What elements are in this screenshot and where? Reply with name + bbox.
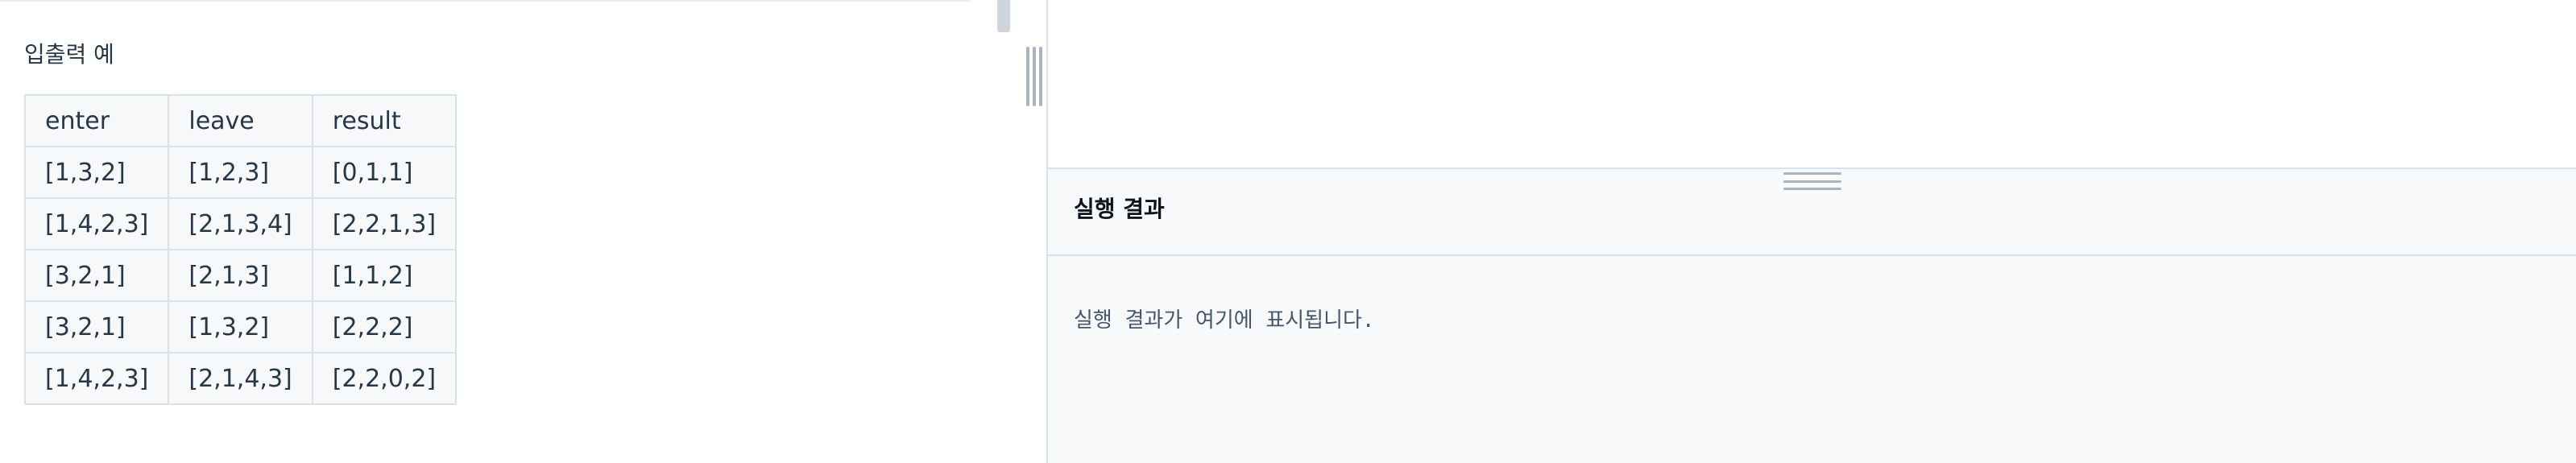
horizontal-resize-handle[interactable] xyxy=(1783,172,1841,190)
cell-result: [1,1,2] xyxy=(311,249,458,302)
coding-test-workspace: 입출력 예 enter leave result [1,3,2] [1,2,3]… xyxy=(0,0,2576,463)
cell-result: [2,2,2] xyxy=(311,300,458,353)
cell-result: [0,1,1] xyxy=(311,146,458,199)
cell-enter: [1,3,2] xyxy=(23,146,170,199)
table-row: [3,2,1] [2,1,3] [1,1,2] xyxy=(23,249,458,302)
cell-result: [2,2,0,2] xyxy=(311,352,458,405)
grip-line xyxy=(1033,47,1036,106)
grip-line xyxy=(1783,180,1841,183)
grip-line xyxy=(1026,47,1029,106)
table-row: [1,4,2,3] [2,1,4,3] [2,2,0,2] xyxy=(23,352,458,405)
cell-enter: [3,2,1] xyxy=(23,249,170,302)
code-editor-area[interactable] xyxy=(1048,0,2576,167)
cell-leave: [2,1,3] xyxy=(168,249,313,302)
table-row: [3,2,1] [1,3,2] [2,2,2] xyxy=(23,300,458,353)
cell-leave: [2,1,3,4] xyxy=(168,197,313,250)
execution-result-panel: 실행 결과 실행 결과가 여기에 표시됩니다. xyxy=(1048,169,2576,463)
cell-enter: [3,2,1] xyxy=(23,300,170,353)
io-example-table: enter leave result [1,3,2] [1,2,3] [0,1,… xyxy=(23,94,458,405)
cell-leave: [2,1,4,3] xyxy=(168,352,313,405)
result-panel-title: 실행 결과 xyxy=(1074,196,1165,222)
column-header-leave: leave xyxy=(168,94,313,147)
cell-leave: [1,2,3] xyxy=(168,146,313,199)
table-row: [1,4,2,3] [2,1,3,4] [2,2,1,3] xyxy=(23,197,458,250)
io-example-heading: 입출력 예 xyxy=(24,41,114,68)
section-divider xyxy=(0,0,970,2)
cell-enter: [1,4,2,3] xyxy=(23,197,170,250)
scrollbar-thumb[interactable] xyxy=(997,0,1010,32)
grip-line xyxy=(1783,188,1841,190)
grip-line xyxy=(1039,47,1042,106)
grip-line xyxy=(1783,172,1841,175)
description-scrollbar[interactable] xyxy=(996,0,1010,463)
column-header-result: result xyxy=(311,94,458,147)
cell-leave: [1,3,2] xyxy=(168,300,313,353)
table-header-row: enter leave result xyxy=(23,94,458,147)
cell-result: [2,2,1,3] xyxy=(311,197,458,250)
table-row: [1,3,2] [1,2,3] [0,1,1] xyxy=(23,146,458,199)
result-output-placeholder: 실행 결과가 여기에 표시됩니다. xyxy=(1074,308,1375,333)
vertical-resize-handle[interactable] xyxy=(1026,47,1042,106)
cell-enter: [1,4,2,3] xyxy=(23,352,170,405)
problem-description-panel[interactable]: 입출력 예 enter leave result [1,3,2] [1,2,3]… xyxy=(0,0,1046,463)
column-header-enter: enter xyxy=(23,94,170,147)
